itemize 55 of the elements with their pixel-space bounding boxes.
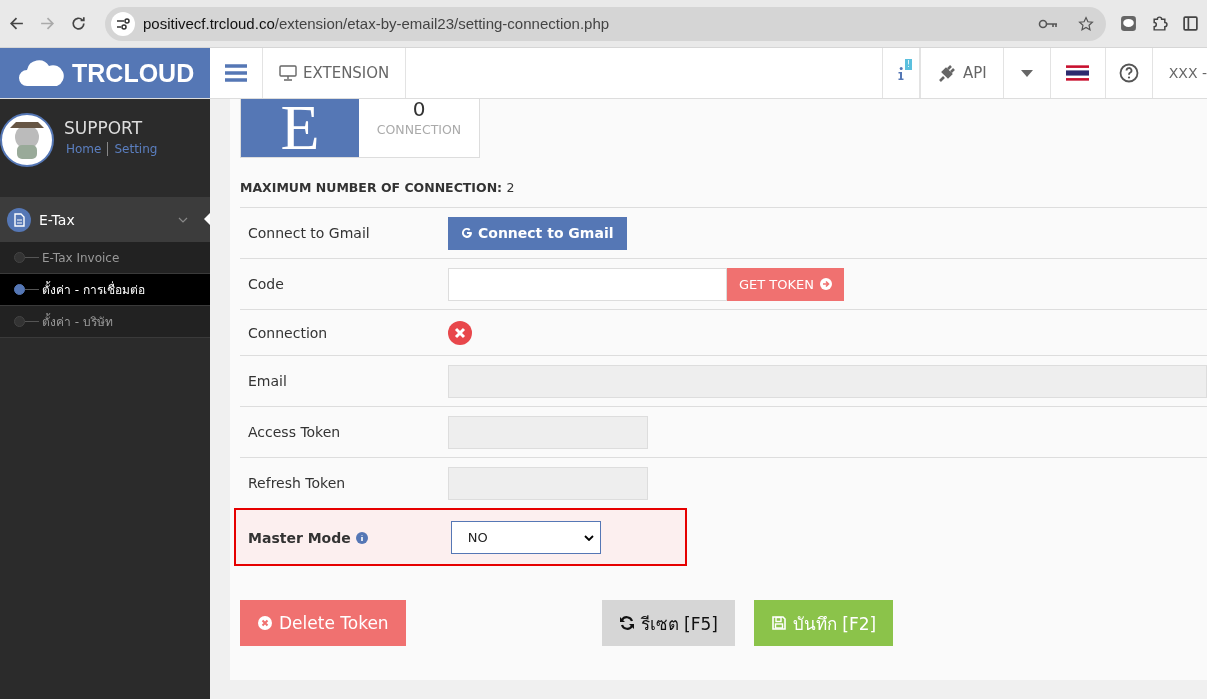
field-label: Code: [248, 276, 285, 292]
refresh-icon: [618, 615, 635, 631]
site-settings-icon[interactable]: [111, 11, 135, 36]
extension-tile: E: [241, 99, 359, 157]
delete-token-button[interactable]: Delete Token: [240, 600, 406, 646]
chat-extension-icon[interactable]: [1120, 15, 1137, 32]
sidebar-group[interactable]: E-Tax: [0, 197, 210, 242]
sidebar-pointer-icon: [204, 213, 210, 225]
field-label: Master Mode: [248, 529, 351, 546]
info-icon[interactable]: [898, 66, 904, 80]
close-icon: [257, 615, 273, 631]
api-button[interactable]: API: [920, 48, 1004, 98]
address-bar[interactable]: positivecf.trcloud.co/extension/etax-by-email23/setting-connection.php: [105, 6, 1106, 41]
caret-icon[interactable]: [1020, 69, 1033, 77]
get-token-button[interactable]: GET TOKEN: [727, 267, 844, 301]
token-field[interactable]: [448, 466, 648, 500]
user-name: SUPPORT: [64, 118, 144, 138]
field-label: Access Token: [248, 424, 342, 440]
back-icon[interactable]: [8, 15, 25, 32]
profile-link[interactable]: Home: [66, 142, 102, 156]
avatar-icon: [0, 113, 54, 167]
thai-flag-icon[interactable]: [1066, 65, 1090, 81]
chevron-icon: [178, 216, 188, 223]
profile-link[interactable]: Setting: [107, 142, 158, 156]
google-icon: [461, 227, 473, 239]
arrow-right-icon: [820, 278, 832, 290]
document-icon: [7, 207, 31, 232]
side-panel-icon[interactable]: [1182, 15, 1199, 32]
field-label: Refresh Token: [248, 475, 347, 491]
monitor-icon: [279, 65, 297, 81]
master-mode-select[interactable]: NO: [450, 521, 601, 554]
connect-gmail-button[interactable]: Connect to Gmail: [448, 216, 627, 250]
email-field[interactable]: [448, 364, 1207, 398]
user-menu[interactable]: XXX -: [1152, 48, 1207, 98]
field-label: Email: [248, 373, 288, 389]
max-connection-text: MAXIMUM NUMBER OF CONNECTION: 2: [240, 180, 516, 195]
connection-caption: CONNECTION: [376, 122, 462, 137]
field-label: Connection: [248, 324, 329, 341]
field-label: Connect to Gmail: [248, 225, 371, 241]
reset-button[interactable]: รีเซต [F5]: [601, 600, 735, 646]
help-icon[interactable]: [1118, 63, 1139, 83]
token-field[interactable]: [448, 415, 648, 449]
sidebar-item[interactable]: ตั้งค่า - บริษัท: [0, 306, 210, 338]
plug-icon: [937, 63, 957, 83]
menu-icon[interactable]: [225, 64, 247, 82]
star-icon[interactable]: [1076, 15, 1096, 32]
url-text: positivecf.trcloud.co/extension/etax-by-email23/setting-connection.php: [143, 15, 611, 32]
reload-icon[interactable]: [70, 15, 87, 32]
chevron-down-icon: [583, 534, 594, 541]
logo[interactable]: TRCLOUD: [0, 48, 210, 98]
info-icon[interactable]: [355, 531, 368, 544]
puzzle-icon[interactable]: [1151, 15, 1168, 32]
code-input[interactable]: [448, 267, 727, 301]
sidebar-item[interactable]: ตั้งค่า - การเชื่อมต่อ: [0, 274, 210, 306]
notification-badge: !: [905, 58, 913, 70]
